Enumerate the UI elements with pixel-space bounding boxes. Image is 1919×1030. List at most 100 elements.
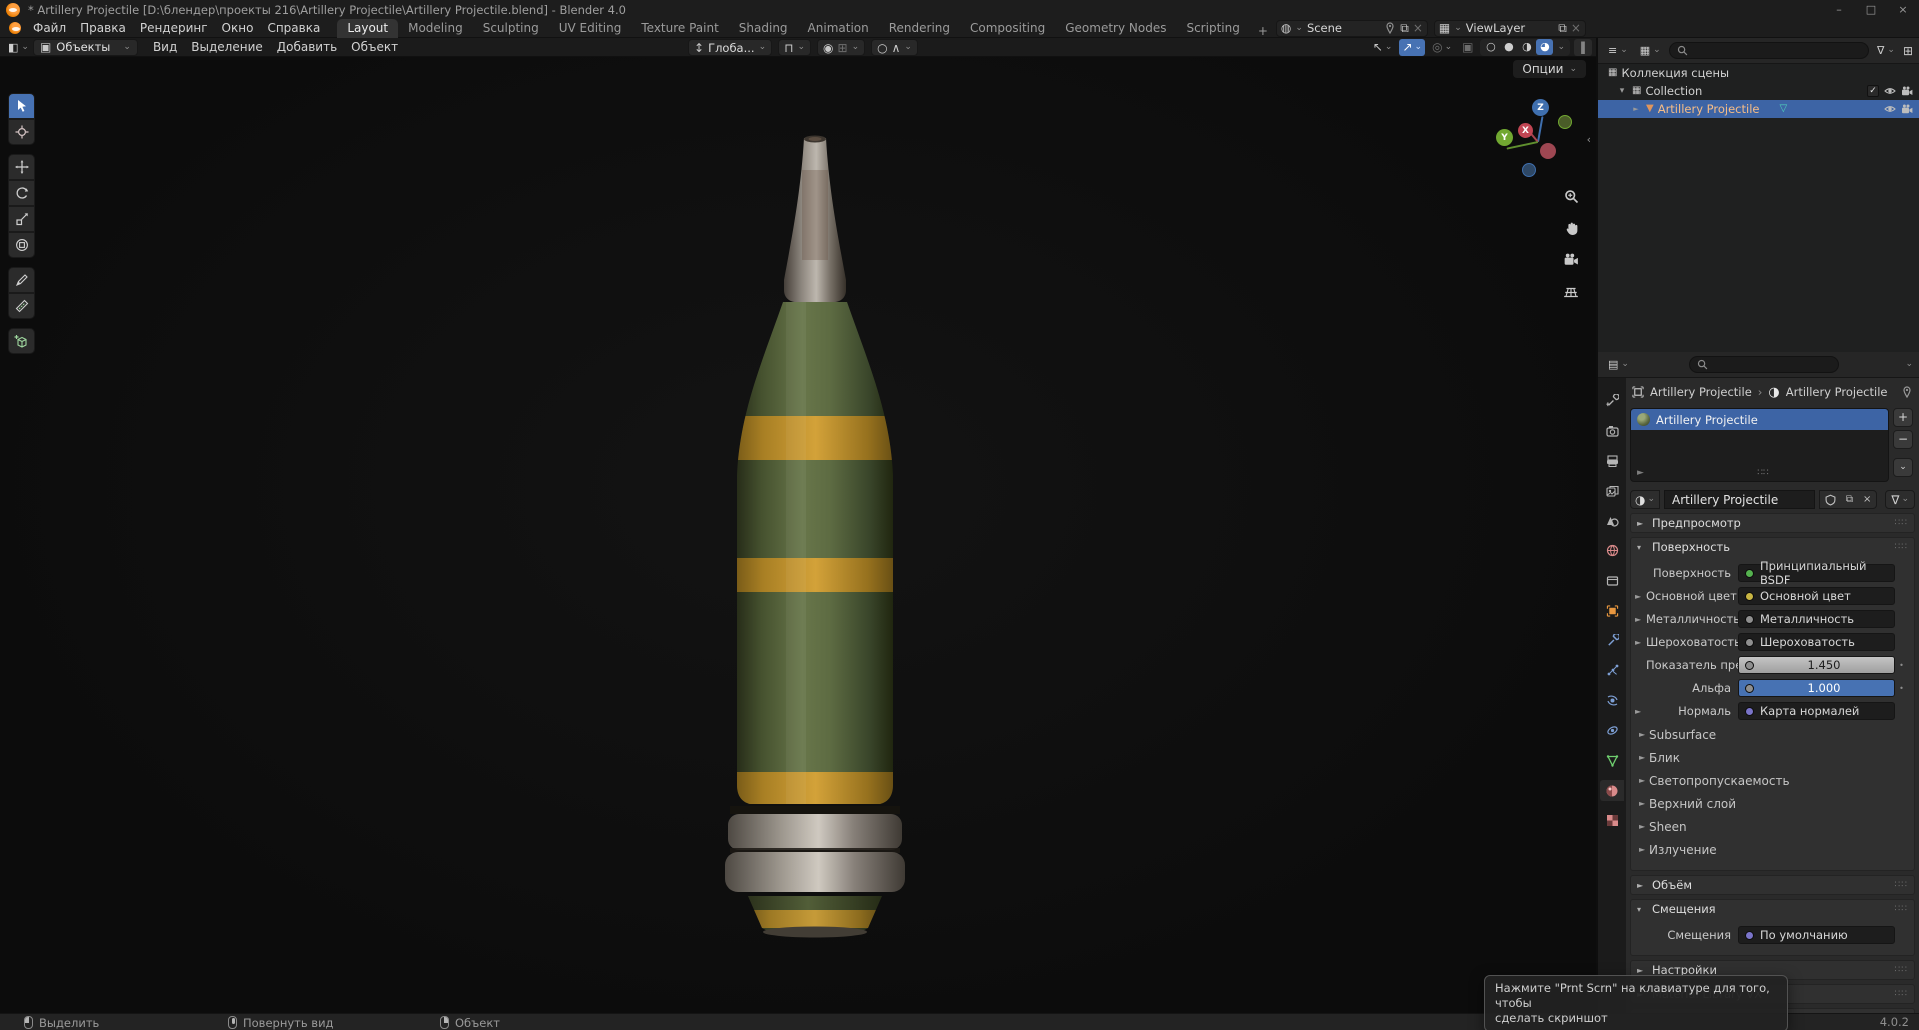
zoom-icon[interactable] — [1560, 185, 1582, 207]
outliner-row-artillery-projectile[interactable]: ► ▼ Artillery Projectile ▽ — [1598, 100, 1919, 118]
tab-shading[interactable]: Shading — [729, 19, 798, 38]
show-overlays-toggle[interactable]: ◎ ⌄ — [1429, 39, 1455, 56]
tool-annotate[interactable] — [8, 267, 35, 293]
expand-icon[interactable]: ► — [1633, 707, 1646, 716]
tab-layout[interactable]: Layout — [337, 18, 399, 38]
3d-viewport[interactable]: Опции ⌄ ‹ Z X Y — [0, 57, 1596, 1013]
shader-dropdown[interactable]: Принципиальный BSDF — [1738, 559, 1895, 587]
outliner-row-collection[interactable]: ▾ ▦ Collection ✓ — [1598, 82, 1919, 100]
filter-dropdown[interactable]: ∇ ⌄ — [1873, 42, 1899, 59]
minimize-button[interactable]: – — [1823, 0, 1855, 19]
tab-modeling[interactable]: Modeling — [398, 19, 473, 38]
panel-grip-icon[interactable]: ∷∷ — [1895, 880, 1908, 890]
panel-grip-icon[interactable]: ∷∷ — [1895, 965, 1908, 975]
tab-constraints[interactable] — [1600, 720, 1624, 741]
add-workspace-button[interactable]: + — [1250, 24, 1276, 38]
tab-material[interactable] — [1600, 780, 1624, 801]
editor-type-button[interactable]: ◧ ⌄ — [4, 39, 33, 56]
new-scene-icon[interactable]: ⧉ — [1400, 21, 1409, 36]
menu-render[interactable]: Рендеринг — [133, 19, 215, 37]
pin-icon[interactable] — [1901, 385, 1913, 399]
expand-filter-icon[interactable]: ► — [1637, 468, 1644, 478]
tab-view-layer[interactable] — [1600, 480, 1624, 501]
alpha-slider[interactable]: 1.000 — [1738, 679, 1895, 697]
properties-search-input[interactable] — [1688, 356, 1839, 373]
menu-add[interactable]: Добавить — [270, 38, 344, 56]
gizmo-axis-x[interactable]: X — [1518, 123, 1533, 138]
gizmo-axis-y-neg[interactable] — [1558, 115, 1572, 129]
menu-file[interactable]: Файл — [26, 19, 73, 37]
blender-app-menu[interactable] — [4, 22, 26, 34]
maximize-button[interactable]: □ — [1855, 0, 1887, 19]
interaction-mode-dropdown[interactable]: ▣ Объекты ⌄ — [32, 38, 138, 56]
disable-render-camera-icon[interactable] — [1901, 104, 1913, 115]
tab-animation[interactable]: Animation — [798, 19, 879, 38]
tab-compositing[interactable]: Compositing — [960, 19, 1055, 38]
tool-add-cube[interactable] — [8, 328, 35, 354]
subsection-sheen[interactable]: ► Sheen — [1633, 818, 1908, 835]
camera-view-icon[interactable] — [1560, 249, 1582, 271]
tool-cursor[interactable] — [8, 119, 35, 145]
chevron-down-icon[interactable]: ⌄ — [1905, 360, 1913, 369]
transform-orientation-dropdown[interactable]: ↕ Глоба... ⌄ — [688, 39, 773, 56]
close-button[interactable]: × — [1887, 0, 1919, 19]
tab-modifiers[interactable] — [1600, 630, 1624, 651]
material-name-field[interactable]: Artillery Projectile — [1664, 490, 1815, 509]
keyframe-dot-icon[interactable]: • — [1895, 684, 1908, 693]
tab-object[interactable] — [1600, 600, 1624, 621]
subsection-subsurface[interactable]: ► Subsurface — [1633, 726, 1908, 743]
gizmo-axis-z-neg[interactable] — [1522, 163, 1536, 177]
sidebar-collapse-arrow[interactable]: ‹ — [1587, 133, 1591, 146]
subsection-coat[interactable]: ► Верхний слой — [1633, 795, 1908, 812]
tab-texture-paint[interactable]: Texture Paint — [631, 19, 728, 38]
tab-sculpting[interactable]: Sculpting — [473, 19, 549, 38]
ior-slider[interactable]: 1.450 — [1738, 656, 1895, 674]
panel-header-displacement[interactable]: ▾ Смещения ∷∷ — [1631, 900, 1914, 918]
expand-icon[interactable]: ► — [1633, 615, 1646, 624]
snap-target-dropdown[interactable]: ◉ ⊞ ⌄ — [817, 39, 866, 56]
menu-window[interactable]: Окно — [215, 19, 261, 37]
slot-specials-button[interactable]: ⌄ — [1893, 458, 1913, 477]
new-viewlayer-icon[interactable]: ⧉ — [1558, 21, 1567, 36]
shading-wireframe-button[interactable]: ○ — [1482, 39, 1499, 55]
keyframe-dot-icon[interactable]: • — [1895, 661, 1908, 670]
duplicate-datablock-icon[interactable]: ⧉ — [1841, 494, 1858, 505]
tab-collection[interactable] — [1600, 570, 1624, 591]
show-gizmo-toggle[interactable]: ↗ ⌄ — [1399, 38, 1426, 56]
tab-geometry-nodes[interactable]: Geometry Nodes — [1055, 19, 1176, 38]
fake-user-shield-icon[interactable] — [1820, 494, 1841, 506]
tab-particles[interactable] — [1600, 660, 1624, 681]
tool-rotate[interactable] — [8, 180, 35, 206]
tool-measure[interactable] — [8, 293, 35, 319]
tool-select-box[interactable] — [8, 93, 35, 119]
panel-grip-icon[interactable]: ∷∷ — [1895, 542, 1908, 552]
display-mode-dropdown[interactable]: ▦ ⌄ — [1636, 42, 1665, 59]
material-slot-selected[interactable]: Artillery Projectile — [1631, 409, 1888, 430]
chevron-down-icon[interactable]: ⌄ — [1554, 42, 1568, 52]
snapping-toggle[interactable]: ⊓ ⌄ — [778, 39, 812, 56]
collection-checkbox[interactable]: ✓ — [1867, 85, 1879, 97]
subsection-emission[interactable]: ► Излучение — [1633, 841, 1908, 858]
outliner-row-scene-collection[interactable]: ▦ Коллекция сцены — [1598, 64, 1919, 82]
tab-tool[interactable] — [1600, 390, 1624, 411]
selectability-visibility-dropdown[interactable]: ↖ ⌄ — [1370, 39, 1396, 56]
add-slot-button[interactable]: + — [1893, 408, 1913, 427]
tool-scale[interactable] — [8, 206, 35, 232]
shading-rendered-button[interactable]: ◕ — [1536, 39, 1554, 55]
expand-icon[interactable]: ► — [1633, 592, 1646, 601]
breadcrumb-material[interactable]: Artillery Projectile — [1786, 385, 1888, 399]
shading-material-button[interactable]: ◑ — [1518, 39, 1535, 55]
scene-selector[interactable]: ◍ ⌄ Scene ⧉ × — [1275, 19, 1428, 37]
xray-toggle[interactable]: ▣ — [1459, 39, 1476, 56]
normal-input[interactable]: Карта нормалей — [1738, 702, 1895, 720]
tab-object-data[interactable] — [1600, 750, 1624, 771]
tab-render[interactable] — [1600, 420, 1624, 441]
outliner-search-input[interactable] — [1668, 42, 1870, 59]
pin-icon[interactable] — [1384, 21, 1396, 35]
metallic-input[interactable]: Металличность — [1738, 610, 1895, 628]
gizmo-axis-y[interactable]: Y — [1496, 129, 1513, 146]
panel-grip-icon[interactable]: ∷∷ — [1895, 989, 1908, 999]
browse-material-dropdown[interactable]: ◑ ⌄ — [1630, 490, 1661, 509]
panel-header-volume[interactable]: ► Объём ∷∷ — [1631, 876, 1914, 894]
editor-type-button[interactable]: ≡ ⌄ — [1604, 42, 1632, 59]
